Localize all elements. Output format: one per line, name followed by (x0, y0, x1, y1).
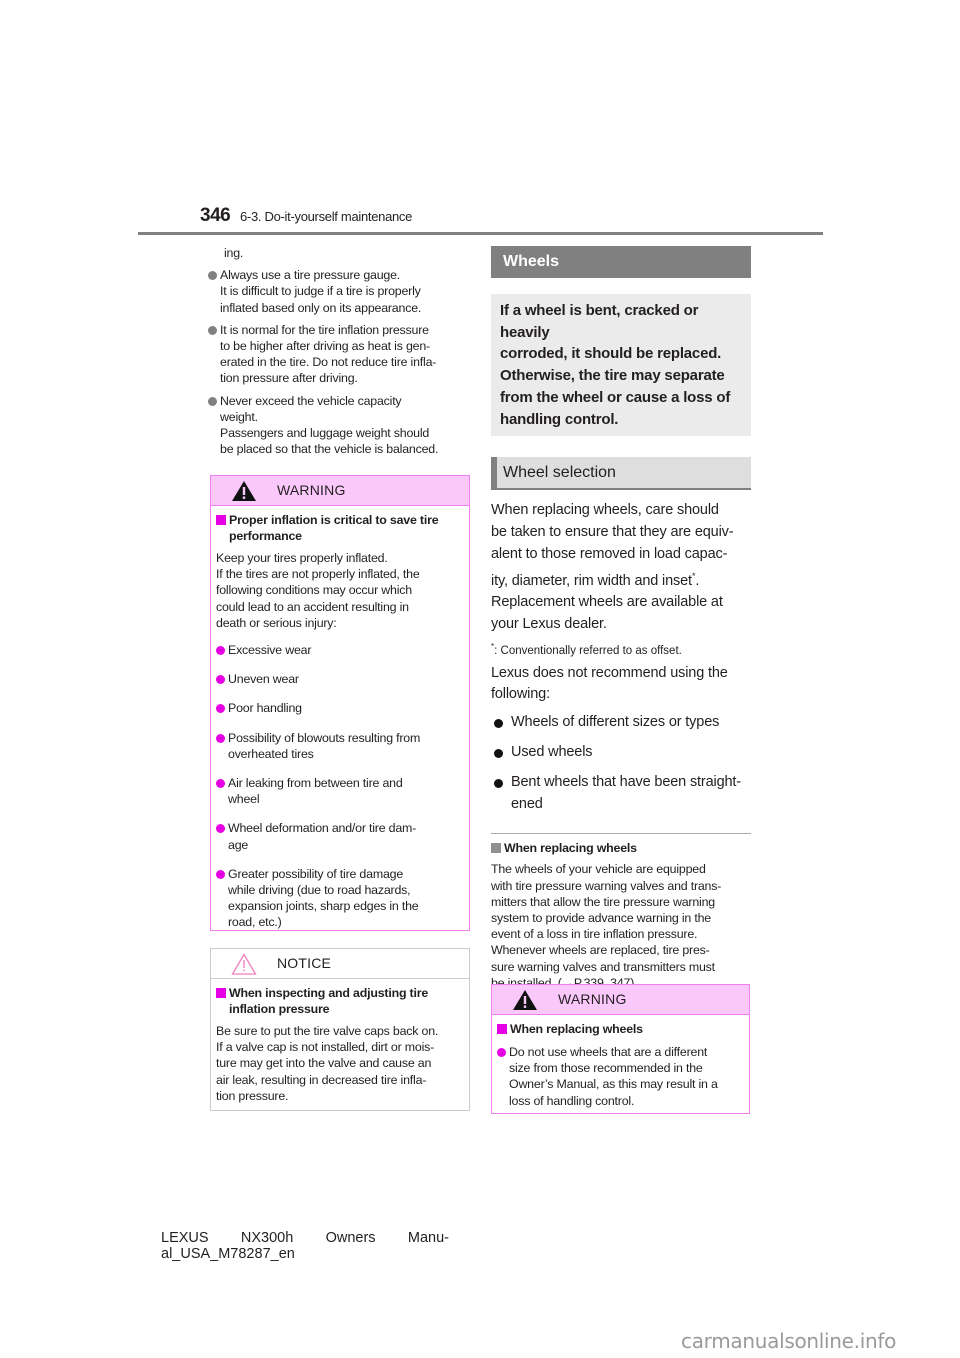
square-marker-icon (491, 843, 501, 854)
document-footer: LEXUS NX300h Owners Manu- al_USA_M78287_… (161, 1230, 449, 1262)
list-item: Uneven wear (216, 671, 463, 687)
square-marker-icon (497, 1024, 507, 1034)
header-divider (138, 232, 823, 235)
bullet-icon (208, 396, 217, 406)
warning-title: WARNING (558, 991, 627, 1008)
notice-box-valve-caps: NOTICE When inspecting and adjusting tir… (210, 948, 470, 1111)
info-section: When replacing wheels The wheels of your… (491, 840, 751, 991)
warning-header: WARNING (492, 985, 749, 1015)
notice-header: NOTICE (211, 949, 469, 979)
page-number: 346 (200, 205, 231, 226)
square-marker-icon (216, 988, 226, 998)
bullet-icon (208, 271, 217, 281)
list-item: Air leaking from between tire and wheel (216, 775, 463, 807)
warning-subheading: Proper inflation is critical to save tir… (216, 512, 463, 544)
warning-intro: Keep your tires properly inflated. If th… (216, 551, 420, 630)
list-item: Used wheels (491, 742, 751, 766)
heading-wheel-selection: Wheel selection (491, 457, 751, 491)
wheel-selection-paragraph: When replacing wheels, care should be ta… (491, 502, 734, 589)
warning-box-tire-inflation: WARNING Proper inflation is critical to … (210, 475, 470, 931)
heading-wheels: Wheels (491, 246, 751, 278)
footnote: *: Conventionally referred to as offset. (491, 641, 682, 657)
notice-subheading: When inspecting and adjusting tire infla… (216, 985, 463, 1017)
bullet-icon (494, 778, 503, 788)
info-heading: When replacing wheels (491, 840, 751, 856)
bullet-icon (208, 325, 217, 335)
bullet-icon (216, 646, 225, 656)
notice-body: Be sure to put the tire valve caps back … (216, 1024, 439, 1103)
bullet-icon (216, 824, 225, 834)
section-title: 6-3. Do-it-yourself maintenance (240, 209, 413, 224)
bullet-icon (216, 779, 225, 789)
bullet-icon (494, 749, 503, 759)
list-item: Wheel deformation and/or tire dam- age (216, 820, 463, 852)
warning-title: WARNING (277, 482, 346, 499)
list-item: Greater possibility of tire damage while… (216, 866, 463, 931)
list-item: Bent wheels that have been straight- ene… (491, 772, 751, 816)
warning-triangle-icon (513, 989, 537, 1010)
section-divider (491, 833, 751, 835)
page-header: 346 6-3. Do-it-yourself maintenance (200, 205, 822, 235)
right-column: Wheels If a wheel is bent, cracked or he… (491, 246, 751, 991)
left-column: ing. Always use a tire pressure gauge. I… (208, 244, 470, 457)
info-body: The wheels of your vehicle are equipped … (491, 862, 722, 990)
list-item: Possibility of blowouts resulting from o… (216, 730, 463, 762)
list-item: Wheels of different sizes or types (491, 712, 751, 736)
bullet-icon (216, 869, 225, 879)
not-recommended-intro: Lexus does not recommend using the follo… (491, 664, 728, 703)
list-item: Poor handling (216, 700, 463, 716)
bullet-icon (216, 733, 225, 743)
square-marker-icon (216, 515, 226, 525)
list-item: Excessive wear (216, 642, 463, 658)
replacement-availability: Replacement wheels are available at your… (491, 594, 723, 633)
warning-header: WARNING (211, 476, 469, 506)
list-item: Never exceed the vehicle capacity weight… (208, 393, 470, 458)
warning-subheading: When replacing wheels (497, 1021, 743, 1037)
wheels-callout: If a wheel is bent, cracked or heavily c… (491, 294, 751, 437)
caution-triangle-icon (231, 952, 257, 975)
watermark-link[interactable]: carmanualsonline.info (681, 1329, 896, 1353)
bullet-icon (216, 704, 225, 714)
warning-box-replacing-wheels: WARNING When replacing wheels Do not use… (491, 984, 750, 1114)
bullet-icon (497, 1048, 506, 1057)
list-item: Always use a tire pressure gauge. It is … (208, 267, 470, 316)
continued-text: ing. (224, 246, 244, 260)
warning-triangle-icon (232, 480, 256, 501)
bullet-icon (216, 675, 225, 685)
notice-title: NOTICE (277, 955, 332, 972)
list-item: Do not use wheels that are a different s… (497, 1044, 743, 1109)
list-item: It is normal for the tire inflation pres… (208, 322, 470, 387)
bullet-icon (494, 719, 503, 729)
